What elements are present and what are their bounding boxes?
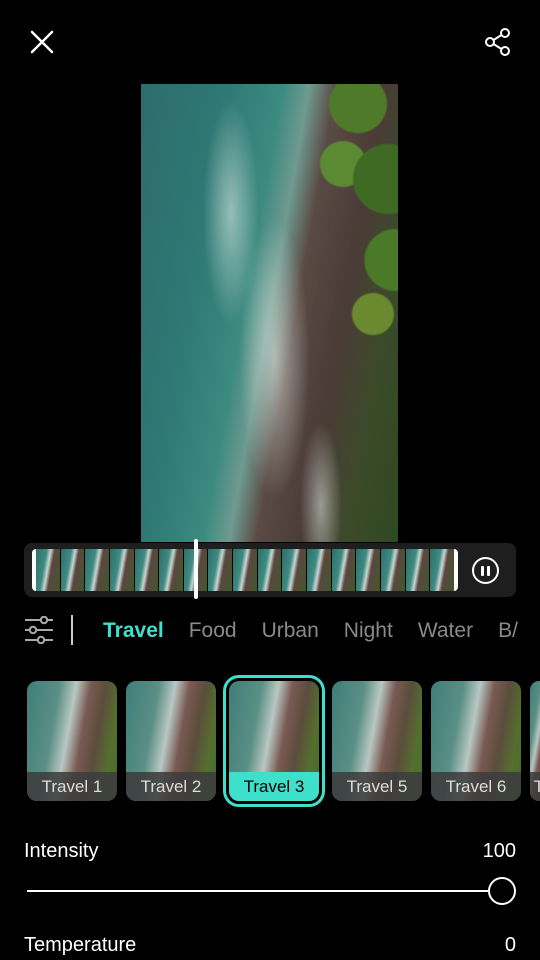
filter-label: Travel 2	[126, 772, 216, 801]
tab-food[interactable]: Food	[189, 619, 237, 643]
filter-label: T	[530, 772, 540, 801]
preview-trees	[268, 84, 398, 374]
tab-water[interactable]: Water	[418, 619, 473, 643]
timeline-frame	[307, 549, 331, 591]
timeline-frame	[257, 549, 282, 591]
filter-label: Travel 1	[27, 772, 117, 801]
intensity-slider-thumb[interactable]	[488, 877, 516, 905]
filter-thumbnail[interactable]: Travel 6	[431, 681, 521, 801]
close-button[interactable]	[22, 22, 62, 62]
timeline-frames	[36, 549, 454, 591]
intensity-value: 100	[482, 840, 516, 862]
tab-b[interactable]: B/	[498, 619, 518, 643]
playhead[interactable]	[193, 539, 198, 599]
filter-label: Travel 5	[332, 772, 422, 801]
share-button[interactable]	[478, 22, 518, 62]
timeline-frame	[36, 549, 60, 591]
filter-thumbnail[interactable]: Travel 2	[126, 681, 216, 801]
intensity-label: Intensity	[24, 840, 99, 862]
intensity-slider-track[interactable]	[27, 890, 515, 892]
adjust-button[interactable]	[24, 615, 54, 645]
sliders-icon	[25, 615, 53, 645]
filter-label: Travel 6	[431, 772, 521, 801]
timeline-frame	[208, 549, 233, 591]
timeline-frame	[331, 549, 356, 591]
filter-thumbnail[interactable]: Travel 3	[223, 675, 325, 807]
timeline-frame	[430, 549, 454, 591]
timeline-frame	[159, 549, 183, 591]
timeline-frame	[380, 549, 405, 591]
tab-urban[interactable]: Urban	[262, 619, 319, 643]
tab-divider	[71, 615, 73, 645]
share-icon	[485, 28, 510, 56]
tab-night[interactable]: Night	[344, 619, 393, 643]
timeline-strip[interactable]	[32, 549, 458, 591]
video-preview[interactable]	[141, 84, 398, 542]
category-bar: Travel Food Urban Night Water B/	[0, 610, 540, 652]
timeline-frame	[109, 549, 134, 591]
filter-list: Travel 1 Travel 2 Travel 3 Travel 5 Travel 6…	[27, 675, 540, 807]
timeline-frame	[282, 549, 307, 591]
category-tabs: Travel Food Urban Night Water B/	[103, 610, 540, 652]
pause-icon-bar	[481, 565, 484, 576]
temperature-label: Temperature	[24, 934, 137, 956]
filter-label: Travel 3	[229, 772, 319, 801]
pause-button[interactable]	[472, 557, 499, 584]
timeline-frame	[356, 549, 380, 591]
filter-thumbnail[interactable]: Travel 5	[332, 681, 422, 801]
timeline	[24, 539, 516, 599]
timeline-frame	[85, 549, 109, 591]
timeline-frame	[233, 549, 257, 591]
filter-thumbnail[interactable]: Travel 1	[27, 681, 117, 801]
temperature-value: 0	[504, 934, 516, 956]
timeline-frame	[405, 549, 430, 591]
close-icon	[30, 30, 54, 54]
timeline-frame	[134, 549, 159, 591]
pause-icon-bar	[487, 565, 490, 576]
tab-travel[interactable]: Travel	[103, 619, 164, 643]
filter-thumbnail[interactable]: T	[530, 681, 540, 801]
timeline-frame	[60, 549, 85, 591]
